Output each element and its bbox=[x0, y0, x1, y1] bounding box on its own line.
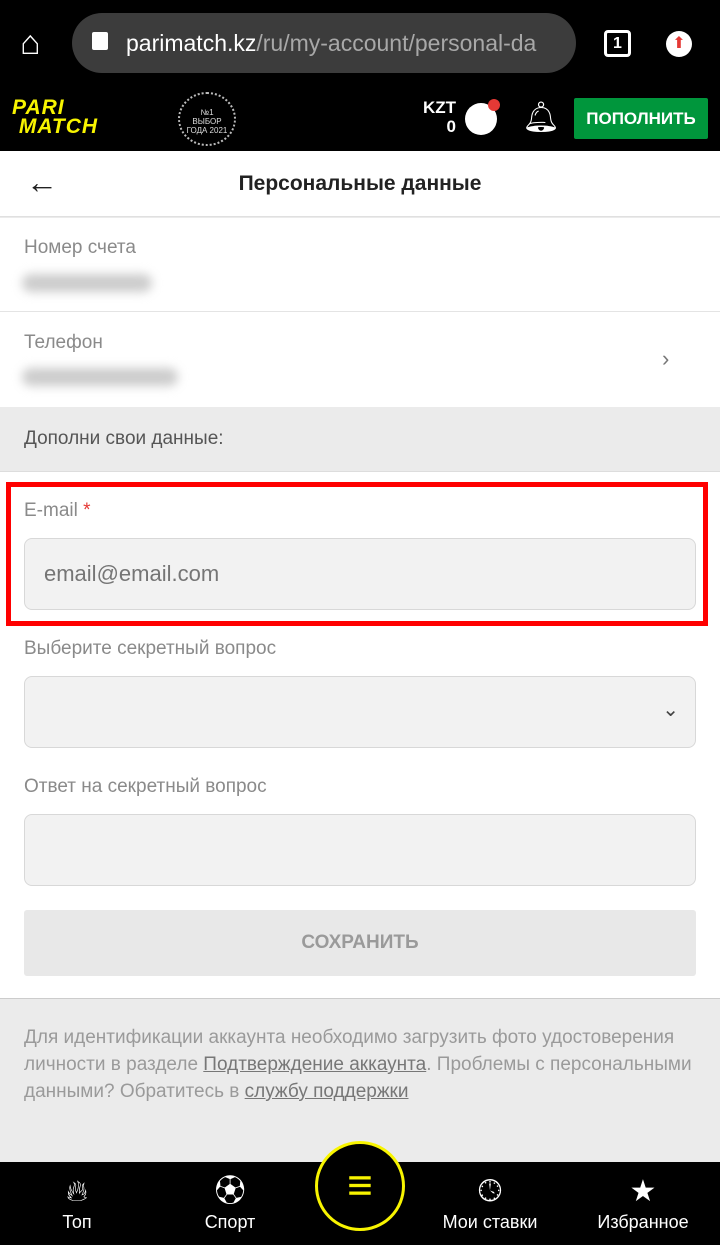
secret-answer-input[interactable] bbox=[24, 814, 696, 886]
nav-label: Топ bbox=[62, 1212, 92, 1232]
email-label-text: E-mail bbox=[24, 500, 78, 521]
url-path: /ru/my-account/personal-da bbox=[256, 30, 537, 56]
account-verification-link[interactable]: Подтверждение аккаунта bbox=[203, 1054, 426, 1075]
notification-dot bbox=[488, 99, 500, 111]
secret-question-label: Выберите секретный вопрос bbox=[24, 638, 277, 659]
topup-button[interactable]: ПОПОЛНИТЬ bbox=[574, 98, 708, 139]
nav-sport[interactable]: ⚽︎ Спорт bbox=[170, 1172, 290, 1233]
account-number-value bbox=[22, 274, 152, 292]
balance[interactable]: KZT 0 bbox=[418, 98, 456, 136]
url-host: parimatch.kz bbox=[126, 30, 257, 56]
balance-value: 0 bbox=[446, 117, 456, 136]
home-icon[interactable]: ⌂ bbox=[20, 24, 41, 63]
secret-question-select[interactable]: ⌄ bbox=[24, 676, 696, 748]
soccer-ball-icon: ⚽︎ bbox=[215, 1175, 245, 1208]
email-input[interactable] bbox=[24, 538, 696, 610]
account-number-label: Номер счета bbox=[24, 237, 136, 258]
complete-data-label: Дополни свои данные: bbox=[24, 428, 224, 449]
update-icon[interactable]: ⬆ bbox=[666, 31, 692, 57]
award-badge: №1 ВЫБОР ГОДА 2021 bbox=[178, 92, 236, 146]
footer-note: Для идентификации аккаунта необходимо за… bbox=[24, 1024, 704, 1105]
lock-icon bbox=[92, 32, 108, 50]
back-arrow-icon[interactable]: ← bbox=[26, 164, 58, 201]
support-link[interactable]: службу поддержки bbox=[245, 1081, 409, 1102]
account-number-row: Номер счета bbox=[0, 218, 720, 312]
secret-answer-label: Ответ на секретный вопрос bbox=[24, 776, 267, 797]
phone-row[interactable]: Телефон › bbox=[0, 312, 720, 407]
phone-value bbox=[22, 368, 178, 386]
chevron-down-icon: ⌄ bbox=[662, 699, 679, 721]
flame-icon: 🔥︎ bbox=[65, 1175, 89, 1208]
nav-favorites[interactable]: ★ Избранное bbox=[583, 1172, 703, 1233]
email-label: E-mail * bbox=[24, 500, 91, 522]
nav-top[interactable]: 🔥︎ Топ bbox=[17, 1172, 137, 1233]
title-bar: Персональные данные bbox=[0, 151, 720, 217]
save-button[interactable]: СОХРАНИТЬ bbox=[24, 910, 696, 976]
phone-label: Телефон bbox=[24, 332, 103, 353]
parimatch-logo[interactable]: PARI MATCH bbox=[12, 97, 98, 137]
nav-my-bets[interactable]: 🕓︎ Мои ставки bbox=[430, 1172, 550, 1233]
clock-icon: 🕓︎ bbox=[478, 1175, 502, 1208]
tab-count-button[interactable]: 1 bbox=[604, 30, 631, 57]
nav-label: Спорт bbox=[204, 1212, 256, 1232]
page-title: Персональные данные bbox=[238, 172, 482, 195]
required-mark: * bbox=[83, 500, 91, 521]
chevron-right-icon: › bbox=[662, 346, 670, 371]
menu-button[interactable]: ≡ bbox=[315, 1141, 405, 1231]
nav-label: Избранное bbox=[597, 1212, 689, 1232]
address-bar[interactable]: parimatch.kz/ru/my-account/personal-da bbox=[72, 13, 576, 73]
currency: KZT bbox=[422, 98, 456, 117]
star-icon: ★ bbox=[629, 1175, 657, 1208]
nav-label: Мои ставки bbox=[442, 1212, 538, 1232]
bell-icon[interactable]: 🔔︎ bbox=[522, 100, 560, 135]
